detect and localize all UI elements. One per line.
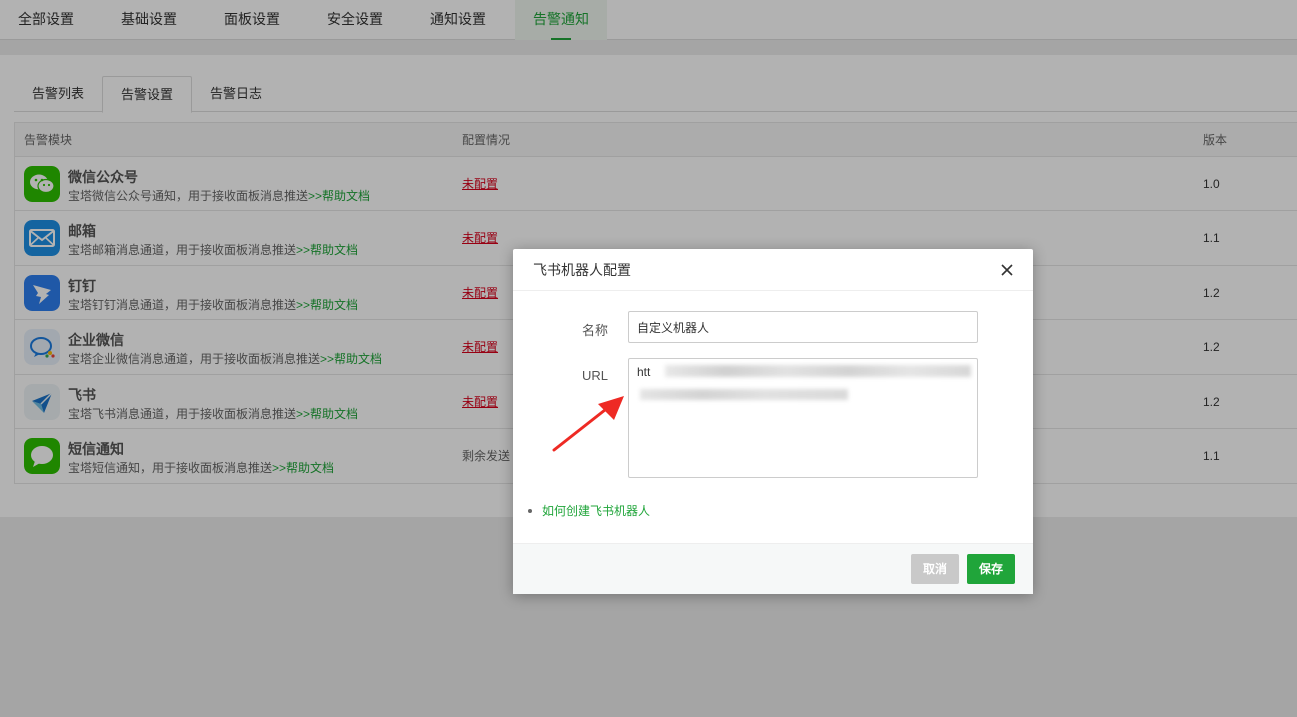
dialog-footer: 取消 保存	[513, 543, 1033, 594]
redacted-url-blur	[640, 389, 848, 400]
save-button[interactable]: 保存	[967, 554, 1016, 584]
dialog-title: 飞书机器人配置	[533, 262, 631, 278]
close-icon[interactable]	[999, 262, 1015, 278]
name-input[interactable]	[628, 311, 978, 343]
howto-item: 如何创建飞书机器人	[528, 502, 650, 519]
howto-create-feishu-bot-link[interactable]: 如何创建飞书机器人	[542, 504, 650, 518]
annotation-arrow-icon	[552, 396, 624, 452]
redacted-url-blur	[665, 365, 971, 377]
url-label: URL	[581, 368, 608, 383]
panel-settings-page: 全部设置 基础设置 面板设置 安全设置 通知设置 告警通知 告警列表 告警设置 …	[0, 0, 1297, 717]
dialog-header: 飞书机器人配置	[513, 249, 1033, 291]
bullet-dot	[528, 508, 532, 513]
name-label: 名称	[581, 323, 608, 338]
cancel-button[interactable]: 取消	[911, 554, 960, 584]
